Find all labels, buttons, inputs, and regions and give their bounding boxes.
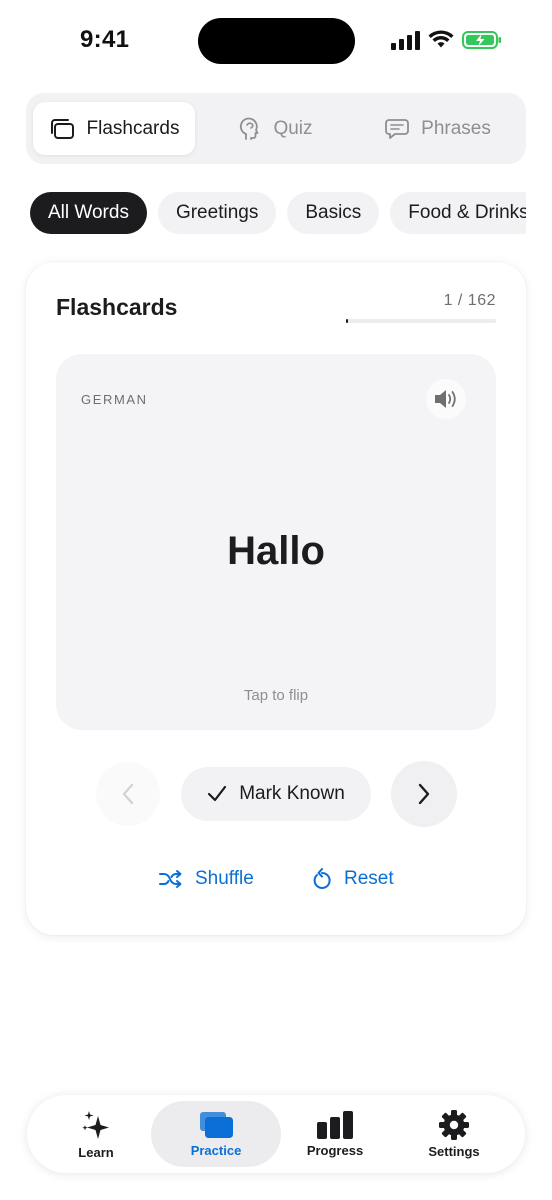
reset-button[interactable]: Reset — [312, 868, 394, 890]
mode-segmented-control: Flashcards Quiz Phrases — [26, 93, 526, 164]
reset-icon — [313, 868, 331, 889]
tab-flashcards-label: Flashcards — [86, 117, 180, 139]
speaker-button[interactable] — [426, 379, 466, 419]
mark-known-label: Mark Known — [239, 783, 345, 804]
flip-hint: Tap to flip — [243, 687, 309, 704]
tab-settings-label: Settings — [428, 1144, 480, 1159]
wifi-icon — [428, 30, 454, 48]
reset-label: Reset — [344, 868, 394, 889]
battery-icon — [462, 31, 501, 49]
tab-progress-label: Progress — [306, 1143, 364, 1158]
tab-phrases-label: Phrases — [421, 117, 491, 139]
progress-fill — [346, 319, 348, 323]
cards-icon — [50, 118, 74, 139]
shuffle-button[interactable]: Shuffle — [159, 868, 254, 890]
tab-flashcards[interactable]: Flashcards — [33, 102, 195, 155]
tab-practice-label: Practice — [190, 1143, 242, 1158]
next-button[interactable] — [391, 761, 457, 827]
tab-learn-label: Learn — [78, 1145, 114, 1160]
mark-known-button[interactable]: Mark Known — [181, 767, 371, 821]
progress-bar — [346, 319, 496, 323]
chip-food-drinks[interactable]: Food & Drinks — [390, 192, 526, 234]
chip-basics[interactable]: Basics — [287, 192, 380, 234]
status-icons — [390, 30, 502, 50]
practice-cards-icon — [200, 1112, 233, 1138]
bottom-tab-bar: Learn Practice Progress Settings — [27, 1095, 525, 1173]
flashcard[interactable]: GERMAN Hallo Tap to flip — [56, 354, 496, 730]
previous-button[interactable] — [96, 762, 160, 826]
tab-quiz-label: Quiz — [273, 117, 313, 139]
dynamic-island — [198, 18, 355, 64]
speaker-icon — [435, 390, 456, 408]
chip-all-words[interactable]: All Words — [30, 192, 147, 234]
language-label: GERMAN — [81, 392, 148, 407]
shuffle-label: Shuffle — [195, 868, 254, 889]
tab-learn[interactable]: Learn — [31, 1101, 161, 1167]
flashcard-word: Hallo — [227, 529, 325, 573]
gear-icon — [439, 1110, 469, 1140]
tab-practice[interactable]: Practice — [151, 1101, 281, 1167]
chat-bubble-icon — [385, 118, 410, 139]
head-icon — [240, 117, 259, 140]
tab-quiz[interactable]: Quiz — [195, 102, 357, 155]
sparkles-icon — [82, 1111, 109, 1139]
status-time: 9:41 — [80, 26, 130, 53]
shuffle-icon — [159, 870, 182, 888]
bar-chart-icon — [317, 1111, 353, 1139]
category-chips: All Words Greetings Basics Food & Drinks — [30, 192, 526, 235]
tab-progress[interactable]: Progress — [270, 1101, 400, 1167]
chevron-left-icon — [122, 783, 134, 805]
signal-icon — [391, 31, 420, 50]
tab-phrases[interactable]: Phrases — [357, 102, 519, 155]
practice-screen: 9:41 Flashcards Quiz Phrases All Words G… — [0, 0, 552, 1200]
flashcard-panel: Flashcards 1 / 162 GERMAN Hallo Tap to f… — [26, 262, 526, 935]
chevron-right-icon — [418, 783, 430, 805]
checkmark-icon — [208, 785, 227, 802]
tab-settings[interactable]: Settings — [389, 1101, 519, 1167]
chip-greetings[interactable]: Greetings — [157, 192, 277, 234]
panel-title: Flashcards — [56, 294, 178, 320]
card-counter: 1 / 162 — [443, 292, 496, 309]
